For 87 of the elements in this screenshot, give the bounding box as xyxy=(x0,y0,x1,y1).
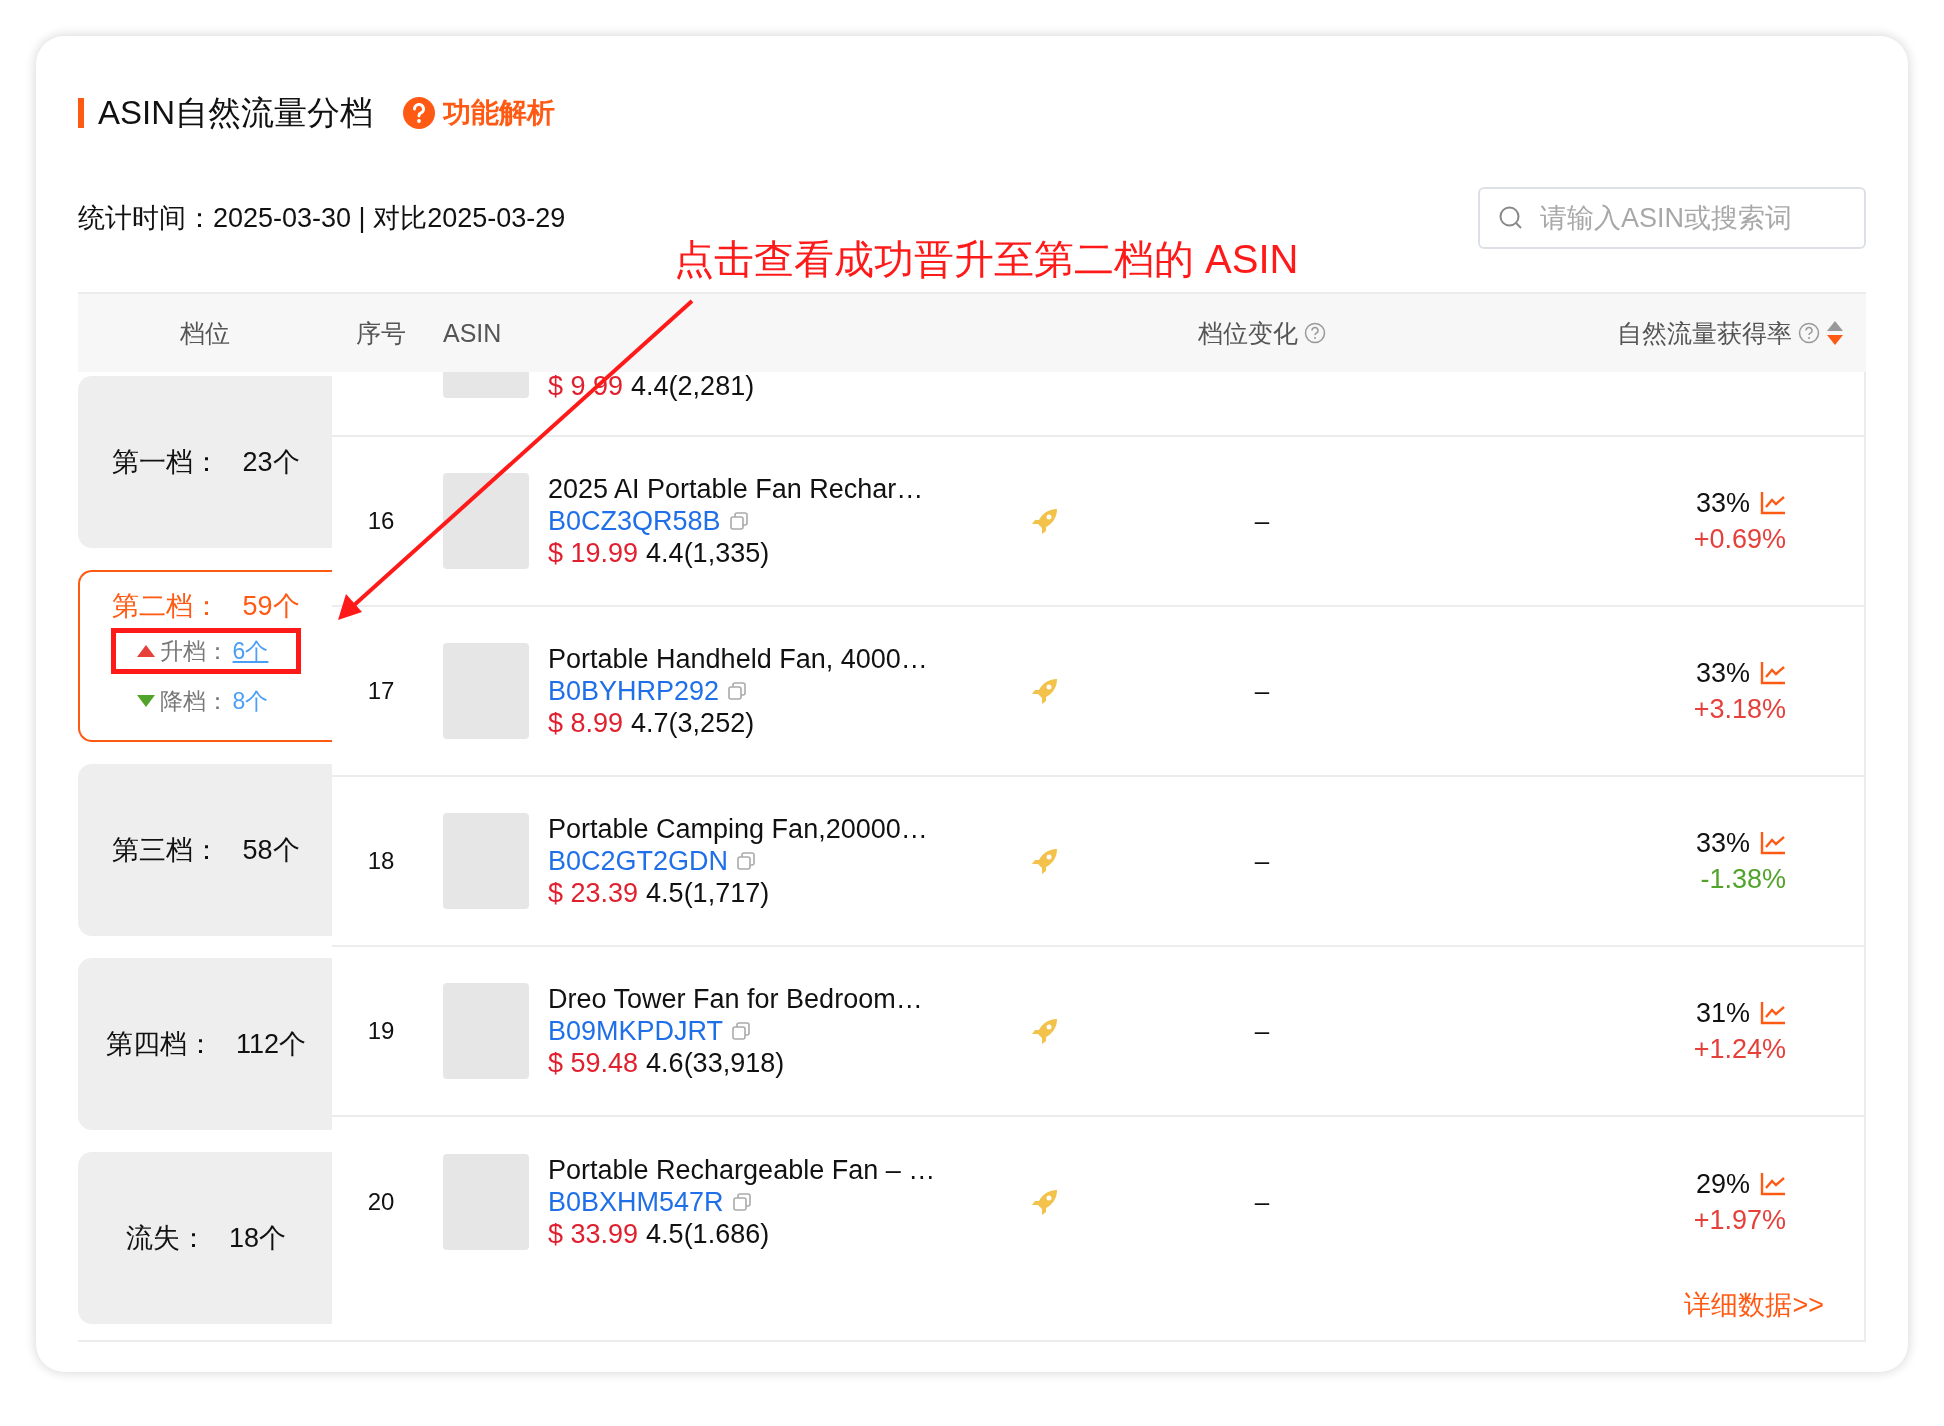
search-field[interactable]: 请输入ASIN或搜索词 xyxy=(1478,187,1866,249)
rating: 4.6(33,918) xyxy=(646,1047,785,1079)
tier-label: 流失： xyxy=(125,1222,207,1255)
asin-link[interactable]: B0CZ3QR58B xyxy=(548,505,721,537)
rate-value: 33% xyxy=(1695,657,1750,690)
rate-value: 29% xyxy=(1695,1168,1750,1201)
search-icon xyxy=(1498,205,1524,231)
column-header: 档位变化 xyxy=(1198,317,1298,349)
copy-icon[interactable] xyxy=(736,851,757,871)
tier-count: 112个 xyxy=(235,1028,306,1061)
tier-change-value: – xyxy=(1254,1015,1270,1046)
tier-card[interactable]: 第三档： 58个 xyxy=(78,764,332,936)
copy-icon[interactable] xyxy=(727,681,748,701)
rate-change: +1.24% xyxy=(1693,1033,1786,1066)
up-triangle-icon xyxy=(135,644,156,658)
rate-value: 31% xyxy=(1695,997,1750,1030)
price: $ 8.99 xyxy=(548,707,624,739)
rate-change: -1.38% xyxy=(1700,863,1786,896)
section-title: ASIN自然流量分档 xyxy=(78,98,374,128)
tier-change-value: – xyxy=(1254,675,1270,706)
column-header: 序号 xyxy=(356,317,406,349)
product-name: Portable Camping Fan,20000… xyxy=(548,813,929,845)
rate-change: +0.69% xyxy=(1693,523,1786,556)
rating: 4.4(1,335) xyxy=(646,537,770,569)
line-chart-icon[interactable] xyxy=(1760,1001,1786,1025)
asin-link[interactable]: B0BYHRP292 xyxy=(548,675,720,707)
price: $ 19.99 xyxy=(548,537,639,569)
change-label: 升档： xyxy=(159,636,229,666)
rating: 4.5(1,717) xyxy=(646,877,770,909)
product-name: 2025 AI Portable Fan Rechar… xyxy=(548,473,925,505)
tier-change-value: – xyxy=(1254,845,1270,876)
rating: 4.5(1.686) xyxy=(646,1218,770,1250)
change-count-link[interactable]: 8个 xyxy=(232,685,269,717)
row-index: 20 xyxy=(366,1188,396,1216)
sort-icon[interactable] xyxy=(1826,320,1844,346)
asin-link[interactable]: B0BXHM547R xyxy=(548,1186,724,1218)
row-index: 17 xyxy=(366,677,396,705)
line-chart-icon[interactable] xyxy=(1760,1172,1786,1196)
down-triangle-icon xyxy=(135,694,156,708)
column-header: ASIN xyxy=(443,318,502,348)
row-index: 19 xyxy=(366,1017,396,1045)
rate-change: +1.97% xyxy=(1693,1204,1786,1237)
tier-change-value: – xyxy=(1254,505,1270,536)
asin-link[interactable]: B0C2GT2GDN xyxy=(548,845,729,877)
tier-count: 18个 xyxy=(228,1222,286,1255)
change-label: 降档： xyxy=(159,686,229,716)
row-index: 18 xyxy=(366,847,396,875)
price: $ 23.39 xyxy=(548,877,639,909)
stats-date-text: 统计时间：2025-03-30 | 对比2025-03-29 xyxy=(78,202,566,235)
price: $ 59.48 xyxy=(548,1047,639,1079)
tier-label: 第二档： xyxy=(112,590,221,623)
tier-label: 第一档： xyxy=(112,446,221,479)
rate-change: +3.18% xyxy=(1693,693,1786,726)
copy-icon[interactable] xyxy=(728,511,749,531)
help-icon xyxy=(403,97,436,129)
line-chart-icon[interactable] xyxy=(1760,831,1786,855)
tier-card[interactable]: 第一档： 23个 xyxy=(78,376,332,548)
rate-value: 33% xyxy=(1695,487,1750,520)
tier-card[interactable]: 第四档： 112个 xyxy=(78,958,332,1130)
help-icon[interactable] xyxy=(1304,322,1326,344)
copy-icon[interactable] xyxy=(731,1021,752,1041)
tier-card[interactable]: 流失： 18个 xyxy=(78,1152,332,1324)
help-link[interactable]: 功能解析 xyxy=(403,94,556,132)
line-chart-icon[interactable] xyxy=(1760,661,1786,685)
line-chart-icon[interactable] xyxy=(1760,491,1786,515)
product-name: Dreo Tower Fan for Bedroom… xyxy=(548,983,924,1015)
rating: 4.4(2,281) xyxy=(631,372,755,402)
product-name: Portable Rechargeable Fan – … xyxy=(548,1154,937,1186)
change-count-link[interactable]: 6个 xyxy=(232,635,269,667)
row-index: 16 xyxy=(366,507,396,535)
help-icon[interactable] xyxy=(1798,322,1820,344)
rating: 4.7(3,252) xyxy=(631,707,755,739)
tier-change-value: – xyxy=(1254,1186,1270,1217)
details-link[interactable]: 详细数据>> xyxy=(1684,1287,1824,1323)
column-header: 自然流量获得率 xyxy=(1617,317,1792,349)
tier-count: 23个 xyxy=(242,446,300,479)
column-header: 档位 xyxy=(180,318,230,347)
price: $ 33.99 xyxy=(548,1218,639,1250)
tier-card[interactable]: 第二档： 59个 升档： 6个 降档： 8个 xyxy=(78,570,332,742)
tier-label: 第四档： xyxy=(105,1028,214,1061)
asin-link[interactable]: B09MKPDJRT xyxy=(548,1015,724,1047)
tier-count: 58个 xyxy=(242,834,300,867)
product-name: Portable Handheld Fan, 4000… xyxy=(548,643,929,675)
copy-icon[interactable] xyxy=(731,1192,752,1212)
tier-label: 第三档： xyxy=(112,834,221,867)
tier-count: 59个 xyxy=(242,590,300,623)
rate-value: 33% xyxy=(1695,827,1750,860)
